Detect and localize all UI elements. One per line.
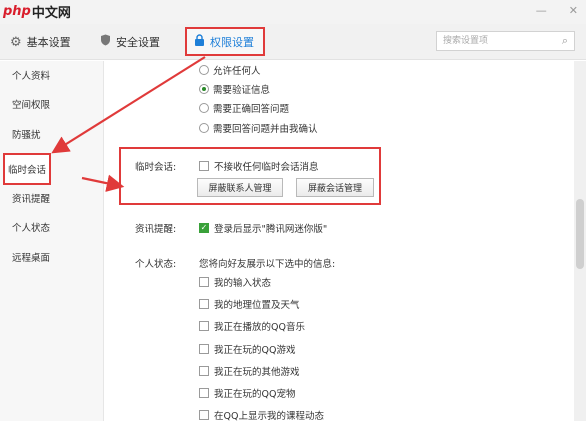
checkbox-label: 我正在玩的QQ宠物 (214, 389, 296, 400)
checkbox-label: 我的地理位置及天气 (214, 300, 300, 311)
sidebar-item-space-permission[interactable]: 空间权限 (12, 97, 50, 115)
shield-icon (100, 34, 111, 50)
sidebar-item-temp-session[interactable]: 临时会话 (3, 153, 51, 185)
content-scrollbar[interactable] (574, 61, 586, 421)
checkbox-box (199, 344, 209, 354)
status-description: 您将向好友展示以下选中的信息: (199, 259, 336, 270)
checkbox-label: 在QQ上显示我的课程动态 (214, 411, 324, 421)
radio-label: 需要回答问题并由我确认 (213, 124, 318, 135)
status-qq-pet-checkbox[interactable]: 我正在玩的QQ宠物 (199, 386, 295, 400)
tab-basic-label: 基本设置 (26, 36, 71, 49)
checkbox-box (199, 366, 209, 376)
gear-icon: ⚙ (10, 34, 22, 50)
title-bar: php 中文网 — ✕ (0, 0, 586, 24)
radio-circle-selected (199, 84, 209, 94)
sidebar-item-remote-desktop[interactable]: 远程桌面 (12, 250, 50, 268)
radio-require-verification[interactable]: 需要验证信息 (199, 82, 270, 96)
scrollbar-thumb[interactable] (576, 199, 584, 269)
radio-answer-confirm[interactable]: 需要回答问题并由我确认 (199, 121, 318, 135)
radio-allow-anyone[interactable]: 允许任何人 (199, 63, 261, 77)
status-location-checkbox[interactable]: 我的地理位置及天气 (199, 297, 300, 311)
tab-security-settings[interactable]: 安全设置 (100, 24, 160, 60)
checkbox-box (199, 299, 209, 309)
checkbox-box (199, 410, 209, 420)
checkbox-label: 我正在玩的QQ游戏 (214, 345, 296, 356)
radio-circle (199, 123, 209, 133)
radio-correct-answer[interactable]: 需要正确回答问题 (199, 101, 289, 115)
sidebar-item-profile[interactable]: 个人资料 (12, 68, 50, 86)
checkbox-box (199, 321, 209, 331)
show-tencent-mini-checkbox[interactable]: ✓ 登录后显示"腾讯网迷你版" (199, 221, 327, 235)
status-typing-checkbox[interactable]: 我的输入状态 (199, 275, 271, 289)
checkbox-box (199, 388, 209, 398)
minimize-button[interactable]: — (536, 4, 547, 17)
checkbox-box-checked: ✓ (199, 223, 209, 233)
tab-security-label: 安全设置 (116, 36, 160, 49)
tab-permission-label: 权限设置 (210, 35, 254, 49)
radio-circle (199, 103, 209, 113)
checkbox-box (199, 277, 209, 287)
status-music-checkbox[interactable]: 我正在播放的QQ音乐 (199, 319, 305, 333)
radio-label: 需要正确回答问题 (213, 104, 290, 115)
watermark-part-1: php (3, 3, 31, 19)
tab-permission-settings[interactable]: 权限设置 (185, 27, 265, 56)
checkbox-label: 我正在玩的其他游戏 (214, 367, 300, 378)
close-button[interactable]: ✕ (569, 4, 578, 17)
status-other-game-checkbox[interactable]: 我正在玩的其他游戏 (199, 364, 300, 378)
sidebar-item-temp-session-label: 临时会话 (7, 165, 46, 176)
sidebar-item-personal-status[interactable]: 个人状态 (12, 220, 50, 238)
sidebar-item-anti-harassment[interactable]: 防骚扰 (12, 127, 41, 145)
watermark-logo: php 中文网 (3, 3, 71, 21)
status-course-checkbox[interactable]: 在QQ上显示我的课程动态 (199, 408, 324, 421)
checkbox-label: 我的输入状态 (214, 278, 272, 289)
status-qq-game-checkbox[interactable]: 我正在玩的QQ游戏 (199, 342, 295, 356)
status-label: 个人状态: (135, 259, 177, 270)
search-icon[interactable]: ⌕ (556, 34, 574, 48)
watermark-part-2: 中文网 (31, 5, 71, 21)
tab-basic-settings[interactable]: ⚙ 基本设置 (10, 24, 71, 60)
search-input[interactable] (437, 32, 556, 50)
radio-circle (199, 65, 209, 75)
sidebar-item-news-reminder[interactable]: 资讯提醒 (12, 191, 50, 209)
news-label: 资讯提醒: (135, 224, 177, 235)
radio-label: 需要验证信息 (213, 85, 271, 96)
settings-search-box: ⌕ (436, 31, 575, 51)
settings-tab-bar: ⚙ 基本设置 安全设置 权限设置 ⌕ (0, 24, 586, 60)
settings-sidebar: 个人资料 空间权限 防骚扰 临时会话 资讯提醒 个人状态 远程桌面 (0, 61, 104, 421)
temp-session-highlight-box (119, 147, 381, 205)
lock-icon (194, 33, 205, 50)
settings-content: 允许任何人 需要验证信息 需要正确回答问题 需要回答问题并由我确认 临时会话: … (105, 61, 586, 421)
radio-label: 允许任何人 (213, 66, 261, 77)
checkbox-label: 登录后显示"腾讯网迷你版" (214, 224, 328, 235)
checkbox-label: 我正在播放的QQ音乐 (214, 322, 305, 333)
